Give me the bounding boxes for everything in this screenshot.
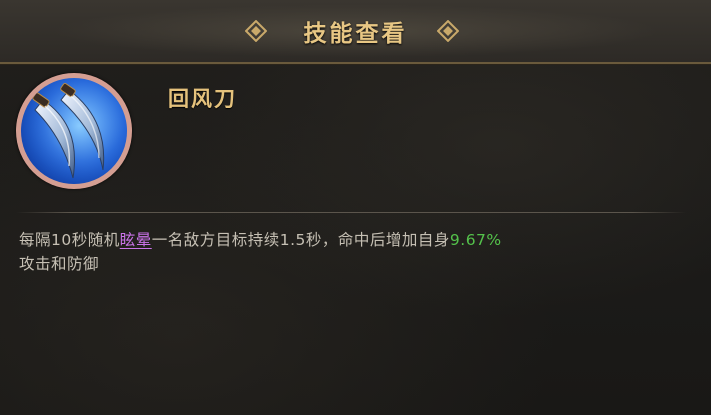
twin-blades-icon [21, 78, 127, 184]
skill-view-panel: 技能查看 回风刀 每隔10秒随机眩晕一名敌方目标持续1.5秒，命中后增加自身9.… [0, 0, 711, 415]
description-suffix: 攻击和防御 [19, 255, 100, 273]
skill-icon-frame [16, 73, 132, 189]
diamond-ornament-icon [437, 20, 459, 42]
skill-description: 每隔10秒随机眩晕一名敌方目标持续1.5秒，命中后增加自身9.67% 攻击和防御 [19, 228, 679, 276]
panel-header: 技能查看 [0, 0, 711, 64]
description-middle: 一名敌方目标持续1.5秒，命中后增加自身 [151, 231, 450, 249]
stun-keyword-link[interactable]: 眩晕 [120, 231, 152, 249]
divider [16, 212, 686, 213]
page-title: 技能查看 [303, 21, 408, 47]
buff-value: 9.67% [449, 231, 502, 249]
description-prefix: 每隔10秒随机 [19, 231, 120, 249]
skill-name: 回风刀 [168, 87, 237, 111]
